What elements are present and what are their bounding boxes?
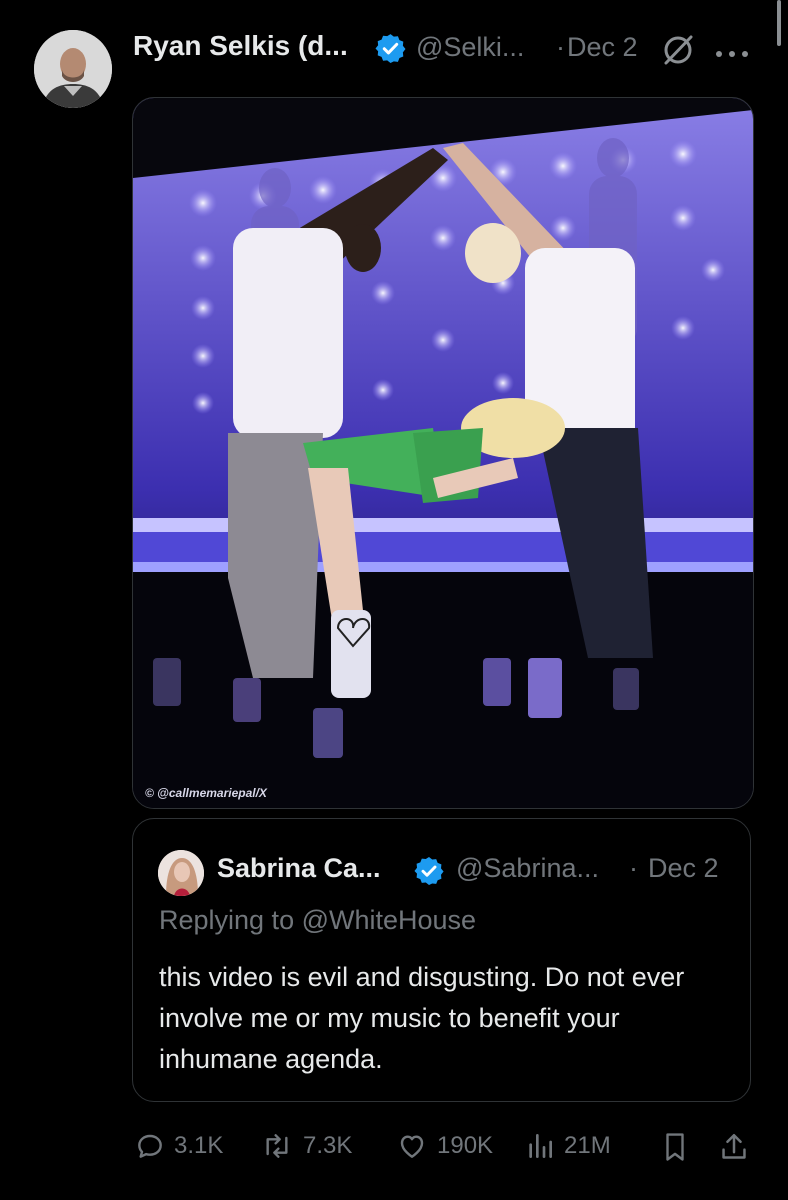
views-icon [529,1134,552,1158]
separator-dot: · [629,853,638,883]
views-button[interactable]: 21M [524,1130,611,1162]
quoted-author-name[interactable]: Sabrina Ca... [217,853,381,884]
views-count: 21M [564,1132,611,1159]
verified-badge-icon [413,855,445,887]
reply-icon [138,1134,162,1158]
quoted-tweet[interactable]: Sabrina Ca... @Sabrina... · Dec 2 Replyi… [132,818,751,1102]
tweet-date[interactable]: Dec 2 [567,32,638,63]
author-avatar[interactable] [34,30,112,108]
like-icon [400,1135,424,1158]
verified-badge-icon [374,32,407,65]
author-handle[interactable]: @Selki... [416,32,524,63]
share-button[interactable] [718,1130,750,1164]
repost-button[interactable]: 7.3K [259,1130,352,1162]
grok-icon[interactable] [660,32,696,68]
media-credit: © @callmemariepal/X [145,786,267,800]
repost-icon [266,1134,288,1158]
more-icon[interactable] [713,46,753,57]
replying-to: Replying to @WhiteHouse [159,905,477,935]
separator-dot: · [556,32,565,62]
quoted-author-avatar[interactable] [158,850,204,896]
quoted-tweet-text: this video is evil and disgusting. Do no… [159,962,685,1074]
like-button[interactable]: 190K [395,1130,493,1162]
quoted-tweet-date[interactable]: Dec 2 [648,853,719,884]
author-name[interactable]: Ryan Selkis (d... [133,30,348,62]
bookmark-button[interactable] [660,1130,690,1164]
like-count: 190K [437,1132,494,1159]
tweet-media-image[interactable]: © @callmemariepal/X [132,97,754,809]
reply-count: 3.1K [174,1132,224,1159]
scrollbar[interactable] [777,0,781,46]
share-icon [722,1133,746,1159]
bookmark-icon [666,1133,684,1161]
quoted-author-handle[interactable]: @Sabrina... [456,853,599,884]
reply-button[interactable]: 3.1K [134,1130,223,1162]
repost-count: 7.3K [303,1132,353,1159]
